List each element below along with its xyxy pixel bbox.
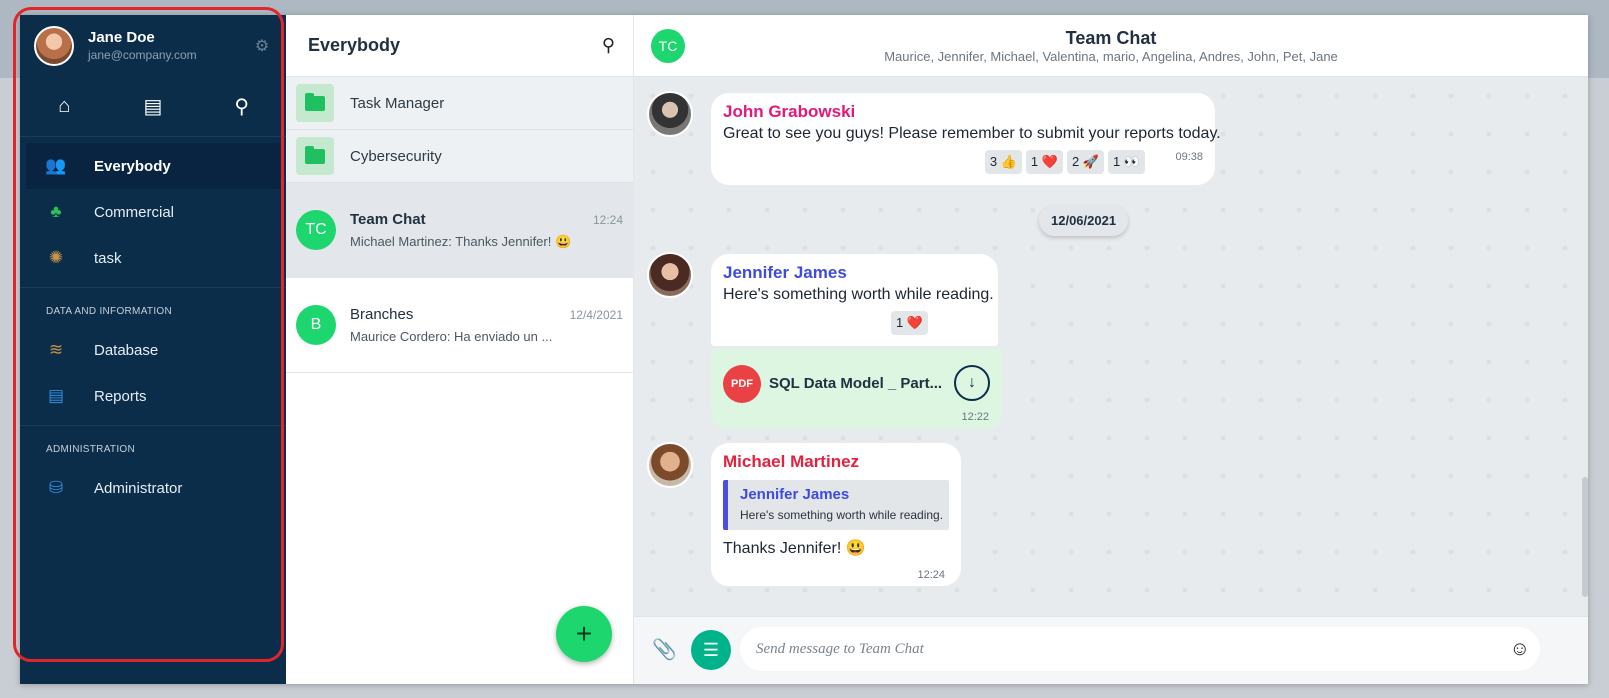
app-window: Jane Doe jane@company.com ⚙ ⌂ ▤ ⚲ 👥 Ever… [20,15,1588,684]
reaction-heart[interactable]: 1 ❤️ [890,311,928,335]
contact-card-icon[interactable]: ▤ [133,94,173,119]
date-separator: 12/06/2021 [1039,205,1129,236]
profile-name: Jane Doe [88,29,155,46]
file-attachment[interactable]: PDF SQL Data Model _ Part... ↓ 12:22 [711,349,1003,429]
chat-list-title: Everybody [308,35,401,55]
gear-icon: ✺ [48,248,64,267]
message-time: 12:24 [917,569,945,581]
chat-name: Team Chat [350,210,426,228]
sidebar-item-administrator[interactable]: ⛁ Administrator [26,465,280,511]
message-time: 12:22 [961,411,989,423]
avatar[interactable] [647,91,693,137]
sidebar-menu: 👥 Everybody ♣ Commercial ✺ task DATA AND… [20,137,286,511]
message-input[interactable] [740,627,1480,671]
sidebar-item-reports[interactable]: ▤ Reports [26,373,280,419]
sidebar-icon-bar: ⌂ ▤ ⚲ [20,77,286,137]
section-heading-data: DATA AND INFORMATION [20,287,286,327]
chat-time: 12/4/2021 [569,308,623,322]
folder-item-task-manager[interactable]: Task Manager [286,77,633,130]
avatar[interactable] [647,252,693,298]
folder-icon [296,137,334,175]
sidebar-item-commercial[interactable]: ♣ Commercial [26,189,280,235]
folder-icon [296,84,334,122]
club-icon: ♣ [50,202,62,221]
reaction-thumbs-up[interactable]: 3 👍 [984,150,1022,174]
chat-body: Team Chat 12:24 Michael Martinez: Thanks… [350,211,623,250]
quoted-message[interactable]: Jennifer James Here's something worth wh… [723,480,949,530]
message-text: Here's something worth while reading. [723,286,994,303]
conversation-members: Maurice, Jennifer, Michael, Valentina, m… [884,49,1338,64]
reactions: 3 👍 1 ❤️ 2 🚀 1 👀 [723,150,1145,174]
reaction-rocket[interactable]: 2 🚀 [1066,150,1104,174]
download-icon[interactable]: ↓ [954,365,990,401]
sidebar-item-label: Commercial [94,203,175,221]
settings-gear-icon[interactable]: ⚙ [252,36,272,56]
message-bubble: Michael Martinez Jennifer James Here's s… [711,443,961,586]
reactions: 1 ❤️ [723,311,928,335]
chat-avatar: B [296,305,336,345]
database-icon: ≋ [48,340,64,359]
search-icon[interactable]: ⚲ [602,35,615,56]
chat-preview: Maurice Cordero: Ha enviado un ... [350,329,553,344]
message-time: 09:38 [1175,151,1203,163]
emoji-icon[interactable]: ☺ [1510,638,1530,661]
quote-text: Here's something worth while reading. [740,508,944,522]
reaction-eyes[interactable]: 1 👀 [1107,150,1145,174]
admin-icon: ⛁ [48,478,64,497]
sidebar-item-label: Administrator [94,479,183,497]
message-input-wrapper: ☺ [740,627,1540,671]
sidebar-item-label: Reports [94,387,147,405]
message-bubble: Jennifer James Here's something worth wh… [711,254,998,346]
group-icon: 👥 [45,156,67,175]
chat-item-team-chat[interactable]: TC Team Chat 12:24 Michael Martinez: Tha… [286,183,633,278]
chat-name: Branches [350,306,414,323]
conversation-panel: TC Team Chat Maurice, Jennifer, Michael,… [634,15,1588,684]
quote-author: Jennifer James [740,486,850,503]
message-author: Jennifer James [723,263,847,282]
folder-item-cybersecurity[interactable]: Cybersecurity [286,130,633,183]
message-author: Michael Martinez [723,452,860,471]
sidebar-item-label: Everybody [94,157,171,175]
message-text: Thanks Jennifer! 😃 [723,540,866,557]
document-icon: ▤ [47,386,65,405]
new-chat-button[interactable]: + [556,606,612,662]
folder-label: Task Manager [350,94,445,112]
chat-preview: Michael Martinez: Thanks Jennifer! 😃 [350,233,572,249]
avatar[interactable] [34,26,74,66]
sidebar-item-label: task [94,249,122,267]
message-bubble: John Grabowski Great to see you guys! Pl… [711,93,1221,185]
file-name[interactable]: SQL Data Model _ Part... [769,375,945,392]
message-text: Great to see you guys! Please remember t… [723,125,1221,142]
chat-time: 12:24 [592,212,623,227]
message-area[interactable]: John Grabowski Great to see you guys! Pl… [634,77,1588,616]
section-heading-administration: ADMINISTRATION [20,425,286,465]
search-icon[interactable]: ⚲ [222,94,262,119]
chat-item-branches[interactable]: B Branches 12/4/2021 Maurice Cordero: Ha… [286,278,633,373]
folder-label: Cybersecurity [350,147,442,165]
pdf-icon: PDF [723,365,761,403]
attach-paperclip-icon[interactable]: 📎 [652,637,677,662]
conversation-title: Team Chat [1065,28,1157,48]
sidebar-item-task[interactable]: ✺ task [26,235,280,281]
sidebar-item-label: Database [94,341,159,359]
profile-email: jane@company.com [88,48,197,62]
sidebar-item-everybody[interactable]: 👥 Everybody [26,143,280,189]
chat-list-panel: Everybody ⚲ Task Manager Cybersecurity T… [286,15,634,684]
avatar[interactable] [647,442,693,488]
sidebar: Jane Doe jane@company.com ⚙ ⌂ ▤ ⚲ 👥 Ever… [20,15,286,684]
chat-list-header: Everybody ⚲ [286,15,633,77]
chat-avatar: TC [296,210,336,250]
scrollbar[interactable] [1582,477,1588,597]
sidebar-item-database[interactable]: ≋ Database [26,327,280,373]
reaction-heart[interactable]: 1 ❤️ [1025,150,1063,174]
conversation-header: TC Team Chat Maurice, Jennifer, Michael,… [634,15,1588,77]
list-menu-button[interactable]: ☰ [691,630,731,670]
message-author: John Grabowski [723,102,856,121]
composer: 📎 ☰ ☺ [634,616,1588,684]
chat-body: Branches 12/4/2021 Maurice Cordero: Ha e… [350,306,623,344]
profile: Jane Doe jane@company.com ⚙ [20,15,286,77]
profile-text: Jane Doe jane@company.com [88,29,252,63]
home-icon[interactable]: ⌂ [44,95,84,118]
